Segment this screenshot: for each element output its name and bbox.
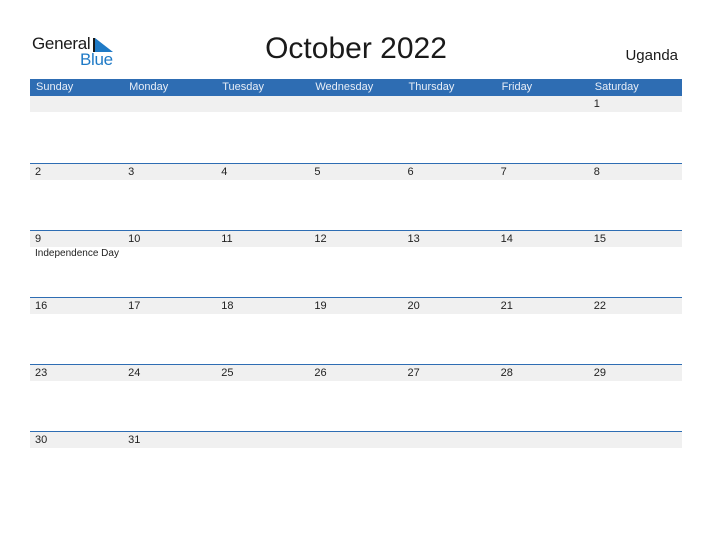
day-number — [589, 432, 682, 448]
day-number — [309, 432, 402, 448]
week-row: 1 — [30, 96, 682, 163]
day-number — [216, 432, 309, 448]
week-row: 16 17 18 19 20 21 22 — [30, 297, 682, 364]
date-band: 23 24 25 26 27 28 29 — [30, 365, 682, 381]
holiday-label: Independence Day — [35, 248, 119, 259]
day-number — [123, 96, 216, 112]
day-number: 21 — [500, 300, 513, 312]
day-number: 27 — [407, 367, 420, 379]
holiday-label — [309, 247, 402, 261]
day-number: 29 — [593, 367, 606, 379]
weekday-sunday: Sunday — [36, 81, 74, 93]
day-number: 2 — [35, 166, 42, 178]
event-row: Independence Day — [30, 247, 682, 261]
holiday-label — [123, 247, 216, 261]
holiday-label — [589, 247, 682, 261]
weekday-header: Sunday Monday Tuesday Wednesday Thursday… — [30, 79, 682, 96]
day-number — [496, 96, 589, 112]
week-row: 9 10 11 12 13 14 15 Independence Day — [30, 230, 682, 297]
day-number: 11 — [221, 233, 233, 245]
day-number: 31 — [128, 434, 141, 446]
day-number: 5 — [314, 166, 321, 178]
day-number: 26 — [314, 367, 327, 379]
day-number: 13 — [407, 233, 420, 245]
day-number: 8 — [593, 166, 600, 178]
date-band: 30 31 — [30, 432, 682, 448]
date-band: 16 17 18 19 20 21 22 — [30, 298, 682, 314]
week-row: 23 24 25 26 27 28 29 — [30, 364, 682, 431]
day-number: 28 — [500, 367, 513, 379]
weekday-tuesday: Tuesday — [222, 81, 265, 93]
day-number: 7 — [500, 166, 507, 178]
calendar-grid: Sunday Monday Tuesday Wednesday Thursday… — [30, 79, 682, 498]
weekday-monday: Monday — [129, 81, 169, 93]
day-number: 30 — [35, 434, 48, 446]
day-number: 10 — [128, 233, 141, 245]
country-label: Uganda — [625, 47, 678, 64]
day-number: 15 — [593, 233, 606, 245]
day-number: 19 — [314, 300, 327, 312]
date-band: 2 3 4 5 6 7 8 — [30, 164, 682, 180]
day-number: 25 — [221, 367, 234, 379]
date-band: 1 — [30, 96, 682, 112]
day-number: 12 — [314, 233, 327, 245]
day-number — [496, 432, 589, 448]
day-number — [216, 96, 309, 112]
day-number: 1 — [593, 98, 600, 110]
day-number — [309, 96, 402, 112]
holiday-label — [496, 247, 589, 261]
day-number: 22 — [593, 300, 606, 312]
calendar-title: October 2022 — [265, 32, 447, 65]
day-number: 14 — [500, 233, 513, 245]
weekday-wednesday: Wednesday — [315, 81, 374, 93]
day-number: 16 — [35, 300, 48, 312]
week-row: 30 31 — [30, 431, 682, 498]
day-number — [30, 96, 123, 112]
day-number — [403, 432, 496, 448]
date-band: 9 10 11 12 13 14 15 — [30, 231, 682, 247]
day-number: 9 — [35, 233, 42, 245]
day-number: 20 — [407, 300, 420, 312]
day-number: 24 — [128, 367, 141, 379]
weekday-saturday: Saturday — [594, 81, 639, 93]
day-number: 3 — [128, 166, 135, 178]
day-number — [403, 96, 496, 112]
day-number: 4 — [221, 166, 228, 178]
day-number: 6 — [407, 166, 414, 178]
day-number: 18 — [221, 300, 234, 312]
day-number: 23 — [35, 367, 48, 379]
day-number: 17 — [128, 300, 141, 312]
holiday-label — [403, 247, 496, 261]
weekday-friday: Friday — [501, 81, 533, 93]
holiday-label — [216, 247, 309, 261]
weekday-thursday: Thursday — [408, 81, 455, 93]
week-row: 2 3 4 5 6 7 8 — [30, 163, 682, 230]
